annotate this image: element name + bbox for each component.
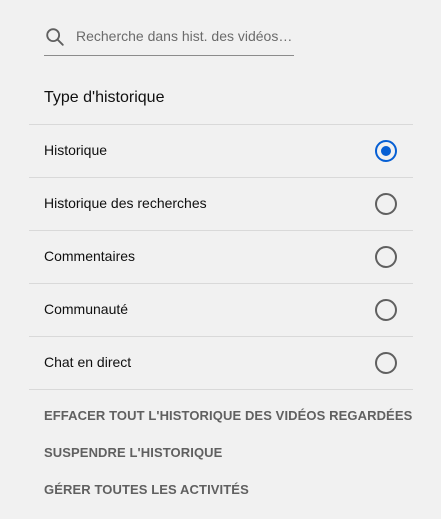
radio-button[interactable] xyxy=(375,246,397,268)
radio-button[interactable] xyxy=(375,352,397,374)
history-type-option-communaute[interactable]: Communauté xyxy=(29,283,413,336)
history-type-label: Chat en direct xyxy=(44,354,132,370)
history-type-option-historique[interactable]: Historique xyxy=(29,124,413,177)
search-box[interactable] xyxy=(44,18,294,56)
radio-button[interactable] xyxy=(375,299,397,321)
history-type-label: Commentaires xyxy=(44,248,136,264)
manage-all-activity-button[interactable]: GÉRER TOUTES LES ACTIVITÉS xyxy=(44,482,412,519)
history-type-option-commentaires[interactable]: Commentaires xyxy=(29,230,413,283)
history-actions: EFFACER TOUT L'HISTORIQUE DES VIDÉOS REG… xyxy=(44,408,412,519)
history-type-label: Historique xyxy=(44,142,108,158)
search-input[interactable] xyxy=(76,25,294,47)
radio-button-checked[interactable] xyxy=(375,140,397,162)
history-type-option-recherches[interactable]: Historique des recherches xyxy=(29,177,413,230)
history-type-option-chat[interactable]: Chat en direct xyxy=(29,336,413,390)
history-type-label: Historique des recherches xyxy=(44,195,207,211)
history-type-label: Communauté xyxy=(44,301,129,317)
pause-history-button[interactable]: SUSPENDRE L'HISTORIQUE xyxy=(44,445,412,482)
clear-watch-history-button[interactable]: EFFACER TOUT L'HISTORIQUE DES VIDÉOS REG… xyxy=(44,408,412,445)
history-type-list: Historique Historique des recherches Com… xyxy=(29,124,413,390)
search-icon[interactable] xyxy=(44,26,66,48)
history-type-heading: Type d'historique xyxy=(44,89,165,106)
radio-button[interactable] xyxy=(375,193,397,215)
